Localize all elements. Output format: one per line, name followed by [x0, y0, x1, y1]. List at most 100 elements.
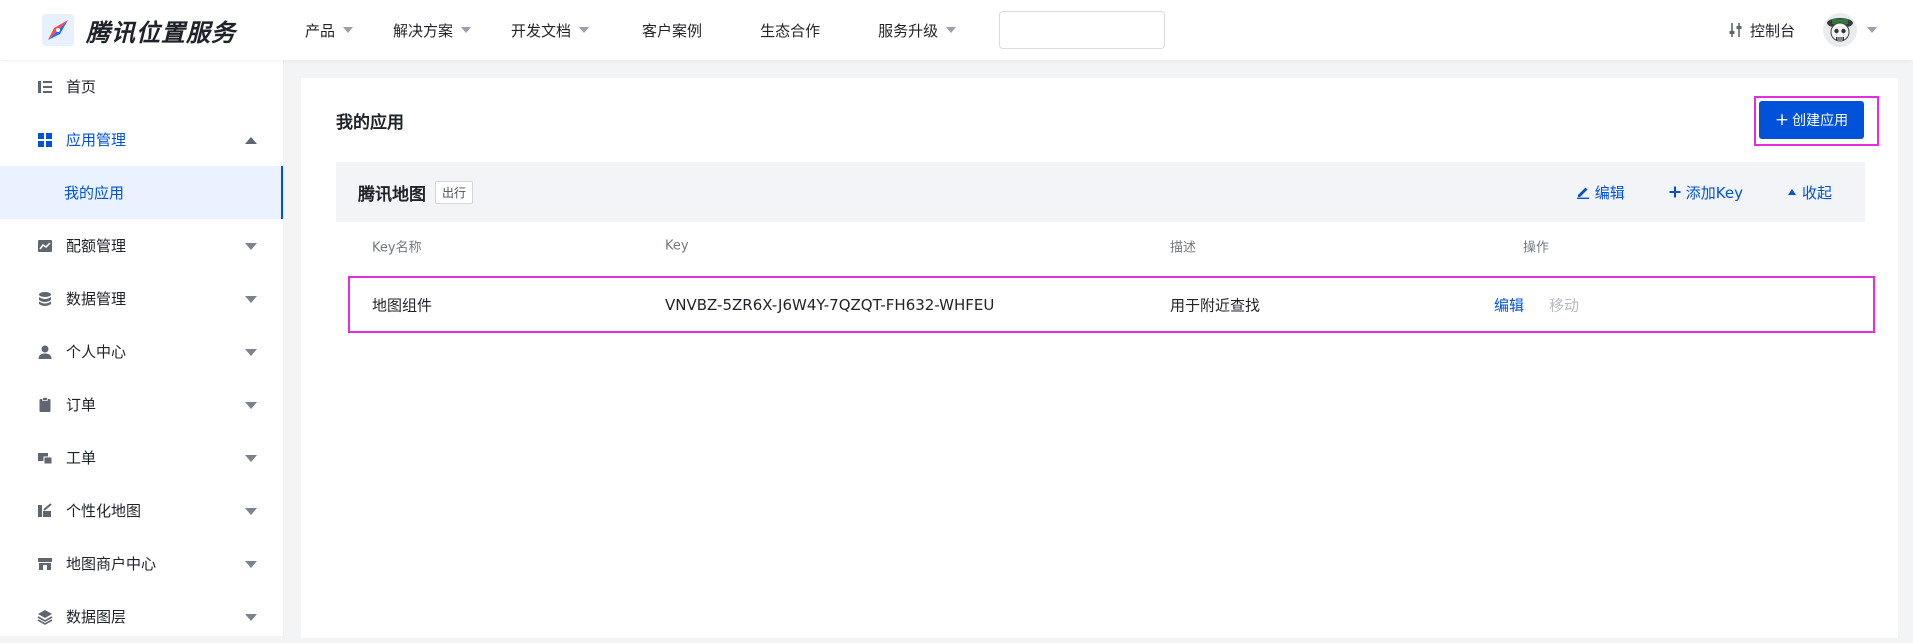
plus-icon: +: [1774, 110, 1790, 130]
sidebar-item-label: 配额管理: [66, 237, 127, 255]
top-navbar: 腾讯位置服务 产品 解决方案 开发文档 客户案例 生态合作 服务升级 控制台: [0, 0, 1913, 60]
user-icon: [36, 343, 54, 361]
edit-app-button[interactable]: 编辑: [1576, 182, 1625, 203]
caret-down-icon: [245, 348, 257, 356]
caret-down-icon: [245, 242, 257, 250]
grid-icon: [36, 131, 54, 149]
sidebar-item-label: 个人中心: [66, 343, 127, 361]
ticket-icon: [36, 449, 54, 467]
nav-item-label: 服务升级: [878, 21, 939, 40]
sliders-icon: [1729, 23, 1742, 37]
sidebar-item-home[interactable]: 首页: [0, 60, 283, 113]
sidebar-item-my-apps[interactable]: 我的应用: [0, 166, 283, 219]
move-key-button: 移动: [1549, 296, 1580, 314]
nav-item-label: 产品: [305, 21, 336, 40]
app-card-header: 腾讯地图 出行 编辑 添加Key 收起: [336, 162, 1865, 222]
caret-down-icon: [461, 27, 472, 33]
create-app-label: 创建应用: [1792, 113, 1849, 129]
caret-down-icon: [245, 507, 257, 515]
sidebar-item-label: 首页: [66, 78, 97, 96]
sidebar-item-label: 个性化地图: [66, 502, 142, 520]
app-category-tag: 出行: [435, 180, 474, 204]
store-icon: [36, 555, 54, 573]
nav-item-label: 客户案例: [642, 21, 703, 40]
sidebar-item-tickets[interactable]: 工单: [0, 431, 283, 484]
sidebar-item-label: 工单: [66, 449, 97, 467]
caret-up-icon: [1787, 189, 1796, 195]
console-link[interactable]: 控制台: [1728, 20, 1795, 41]
caret-down-icon: [579, 27, 590, 33]
sidebar-item-orders[interactable]: 订单: [0, 378, 283, 431]
create-app-highlight: + 创建应用: [1754, 96, 1879, 146]
clipboard-icon: [36, 396, 54, 414]
table-row: 地图组件 VNVBZ-5ZR6X-J6W4Y-7QZQT-FH632-WHFEU…: [336, 278, 1865, 331]
description-cell: 用于附近查找: [1170, 296, 1261, 314]
nav-item-products[interactable]: 产品: [305, 20, 354, 41]
nav-item-upgrade[interactable]: 服务升级: [878, 20, 957, 41]
key-value-cell: VNVBZ-5ZR6X-J6W4Y-7QZQT-FH632-WHFEU: [665, 295, 995, 314]
caret-down-icon: [245, 454, 257, 462]
column-header-key: Key: [665, 238, 689, 254]
sidebar-item-profile[interactable]: 个人中心: [0, 325, 283, 378]
page-title: 我的应用: [336, 113, 404, 133]
caret-down-icon: [343, 27, 354, 33]
caret-down-icon: [245, 560, 257, 568]
keys-table-header: Key名称 Key 描述 操作: [336, 226, 1865, 266]
search-input[interactable]: [975, 13, 1157, 47]
collapse-button[interactable]: 收起: [1787, 182, 1832, 203]
pencil-icon: [1576, 187, 1589, 199]
collapse-label: 收起: [1801, 183, 1832, 202]
sidebar-item-label: 地图商户中心: [66, 555, 157, 573]
database-icon: [36, 290, 54, 308]
caret-down-icon: [245, 295, 257, 303]
highlighted-row: 地图组件 VNVBZ-5ZR6X-J6W4Y-7QZQT-FH632-WHFEU…: [348, 276, 1875, 333]
column-header-actions: 操作: [1523, 240, 1550, 256]
brand-logo[interactable]: 腾讯位置服务: [40, 12, 305, 48]
sidebar-item-data[interactable]: 数据管理: [0, 272, 283, 325]
column-header-description: 描述: [1170, 240, 1197, 256]
skull-avatar-icon: [1827, 18, 1853, 42]
top-right-area: 控制台: [1728, 0, 1877, 60]
key-name-cell: 地图组件: [372, 296, 433, 314]
caret-down-icon[interactable]: [1867, 27, 1877, 33]
chart-icon: [36, 237, 54, 255]
column-header-key-name: Key名称: [372, 240, 422, 256]
sidebar-item-custom-map[interactable]: 个性化地图: [0, 484, 283, 537]
nav-item-label: 生态合作: [760, 21, 821, 40]
console-label: 控制台: [1749, 21, 1795, 40]
nav-item-label: 解决方案: [393, 21, 454, 40]
nav-item-solutions[interactable]: 解决方案: [393, 20, 472, 41]
list-icon: [36, 78, 54, 96]
sidebar-item-label: 订单: [66, 396, 97, 414]
caret-down-icon: [245, 613, 257, 621]
nav-item-ecosystem[interactable]: 生态合作: [760, 20, 820, 41]
caret-down-icon: [245, 401, 257, 409]
edit-key-button[interactable]: 编辑: [1494, 294, 1524, 315]
avatar[interactable]: [1823, 13, 1857, 47]
caret-up-icon: [245, 136, 257, 144]
add-key-button[interactable]: 添加Key: [1669, 182, 1743, 203]
sidebar-item-app-management[interactable]: 应用管理: [0, 113, 283, 166]
sidebar: 首页 应用管理 我的应用 配额管理 数据管理 个人中心 订单 工单 个性化地图 …: [0, 60, 284, 636]
sidebar-item-label: 应用管理: [66, 131, 127, 149]
app-name: 腾讯地图: [358, 184, 426, 205]
main-nav: 产品 解决方案 开发文档 客户案例 生态合作 服务升级: [305, 0, 1166, 60]
caret-down-icon: [946, 27, 957, 33]
sidebar-item-quota[interactable]: 配额管理: [0, 219, 283, 272]
sidebar-item-label: 数据图层: [66, 608, 127, 626]
search-box: [975, 11, 1166, 49]
map-style-icon: [36, 502, 54, 520]
create-app-button[interactable]: + 创建应用: [1759, 101, 1864, 139]
sidebar-item-merchant[interactable]: 地图商户中心: [0, 537, 283, 590]
layers-icon: [36, 608, 54, 626]
edit-app-label: 编辑: [1594, 183, 1625, 202]
main-panel: 我的应用 + 创建应用 腾讯地图 出行 编辑 添加Key 收起 Key名称 Ke…: [301, 78, 1898, 638]
sidebar-item-label: 数据管理: [66, 290, 127, 308]
sidebar-item-data-layers[interactable]: 数据图层: [0, 590, 283, 643]
app-actions: 编辑 添加Key 收起: [1532, 162, 1832, 222]
nav-item-cases[interactable]: 客户案例: [642, 20, 702, 41]
add-key-label: 添加Key: [1685, 183, 1743, 202]
nav-item-label: 开发文档: [511, 21, 572, 40]
sidebar-item-label: 我的应用: [64, 184, 125, 202]
nav-item-docs[interactable]: 开发文档: [511, 20, 590, 41]
